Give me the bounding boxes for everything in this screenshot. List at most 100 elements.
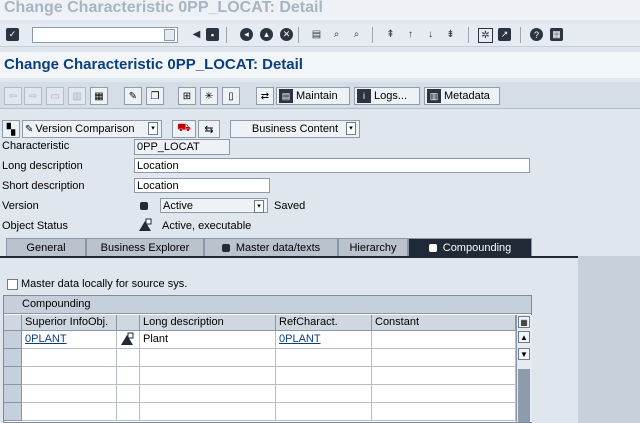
tab-strip: General Business Explorer Master data/te… <box>0 238 640 256</box>
logs-icon: i <box>357 89 371 103</box>
version-field[interactable]: Active ▾ <box>160 198 268 213</box>
print-icon[interactable]: ▤ <box>310 28 323 41</box>
version-label: Version <box>2 200 39 212</box>
next-page-icon[interactable]: ↓ <box>424 28 437 41</box>
maintain-button[interactable]: ▤ Maintain <box>276 87 350 105</box>
version-status: Saved <box>274 200 306 212</box>
where-used-icon[interactable]: ⊞ <box>178 87 196 105</box>
table-row[interactable] <box>22 385 117 403</box>
scroll-up-icon[interactable]: ▲ <box>518 331 530 343</box>
row-selector[interactable] <box>4 349 22 367</box>
row-selector[interactable] <box>4 331 22 349</box>
tab-business-explorer[interactable]: Business Explorer <box>86 238 204 256</box>
version-status-icon <box>140 202 148 210</box>
table-row[interactable]: 0PLANT <box>22 331 117 349</box>
compounding-table: Compounding Superior InfoObj. Long descr… <box>3 295 532 423</box>
dropdown-icon: ▾ <box>148 122 158 135</box>
short-description-label: Short description <box>2 180 85 192</box>
screen-title-bar: Change Characteristic 0PP_LOCAT: Detail <box>0 52 640 78</box>
column-header-constant[interactable]: Constant <box>372 315 516 331</box>
column-header-spacer <box>117 315 140 331</box>
transport-truck-icon[interactable]: ⛟ <box>172 120 196 138</box>
find-next-icon[interactable]: ⌕ <box>350 28 363 41</box>
long-description-label: Long description <box>2 160 83 172</box>
tab-compounding[interactable]: Compounding <box>408 238 532 256</box>
short-description-field[interactable]: Location <box>134 178 270 193</box>
command-history-icon[interactable] <box>164 29 175 41</box>
long-description-field[interactable]: Location <box>134 158 530 173</box>
table-cell-constant[interactable] <box>372 331 516 349</box>
hierarchy-icon[interactable]: ▥ <box>68 87 86 105</box>
characteristic-field: 0PP_LOCAT <box>134 139 230 155</box>
back-icon[interactable]: ◂ <box>240 28 253 41</box>
column-header-refcharact[interactable]: RefCharact. <box>276 315 372 331</box>
new-session-icon[interactable]: ✲ <box>478 28 493 43</box>
dropdown-icon: ▾ <box>346 122 356 135</box>
status-icon <box>428 243 437 252</box>
version-comparison-button[interactable]: ✎ Version Comparison ▾ <box>22 120 162 138</box>
window-titlebar: Change Characteristic 0PP_LOCAT: Detail <box>0 0 640 20</box>
table-cell-long-description: Plant <box>140 331 276 349</box>
previous-object-icon[interactable]: ⇦ <box>4 87 22 105</box>
logs-button[interactable]: i Logs... <box>354 87 420 105</box>
compare-icon: ✎ <box>25 123 34 135</box>
maintain-icon: ▤ <box>279 89 293 103</box>
document-icon[interactable]: ▯ <box>222 87 240 105</box>
select-all-header[interactable] <box>4 315 22 331</box>
business-content-button[interactable]: Business Content ▾ <box>230 120 360 138</box>
page-title: Change Characteristic 0PP_LOCAT: Detail <box>4 56 303 73</box>
metadata-button[interactable]: ▥ Metadata <box>424 87 500 105</box>
table-title: Compounding <box>22 298 91 310</box>
previous-page-icon[interactable]: ↑ <box>404 28 417 41</box>
exit-icon[interactable]: ▴ <box>260 28 273 41</box>
help-icon[interactable]: ? <box>530 28 543 41</box>
find-icon[interactable]: ⌕ <box>330 28 343 41</box>
customize-layout-icon[interactable]: ▦ <box>550 28 563 41</box>
column-settings-icon[interactable]: ▦ <box>518 316 530 328</box>
enter-icon[interactable]: ✓ <box>6 28 19 41</box>
shortcut-icon[interactable]: ↗ <box>498 28 511 41</box>
star-icon[interactable]: ✳ <box>200 87 218 105</box>
last-page-icon[interactable]: ⇟ <box>444 28 457 41</box>
edit-pencil-icon[interactable]: ✎ <box>124 87 142 105</box>
system-toolbar: ✓ ◀ ▪ ◂ ▴ ✕ ▤ ⌕ ⌕ ⇞ ↑ ↓ ⇟ ✲ ↗ ? ▦ <box>0 24 640 47</box>
table-row[interactable] <box>22 403 117 421</box>
column-header-long-description[interactable]: Long description <box>140 315 276 331</box>
table-row[interactable] <box>22 367 117 385</box>
transfer-icon[interactable]: ⇆ <box>198 120 220 138</box>
characteristic-label: Characteristic <box>2 140 70 152</box>
tab-master-data-texts[interactable]: Master data/texts <box>204 238 338 256</box>
next-object-icon[interactable]: ⇨ <box>24 87 42 105</box>
scrollbar-thumb[interactable] <box>518 369 530 422</box>
save-icon[interactable]: ▪ <box>206 28 219 41</box>
tab-general[interactable]: General <box>6 238 86 256</box>
arrow-left-icon[interactable]: ◀ <box>190 28 203 41</box>
dropdown-icon: ▾ <box>254 200 264 213</box>
row-selector[interactable] <box>4 367 22 385</box>
structure-icon[interactable]: ▚ <box>2 120 20 138</box>
scroll-down-icon[interactable]: ▼ <box>518 348 530 360</box>
table-vertical-scrollbar[interactable]: ▦ ▲ ▼ <box>516 315 532 422</box>
row-selector[interactable] <box>4 403 22 421</box>
command-field[interactable] <box>32 27 178 43</box>
master-data-local-checkbox[interactable] <box>7 279 18 290</box>
master-data-local-label: Master data locally for source sys. <box>21 278 188 290</box>
row-selector[interactable] <box>4 385 22 403</box>
first-page-icon[interactable]: ⇞ <box>384 28 397 41</box>
activate-icon[interactable]: ❐ <box>146 87 164 105</box>
status-triangle-icon <box>138 218 152 232</box>
column-header-superior[interactable]: Superior InfoObj. <box>22 315 117 331</box>
table-row[interactable] <box>22 349 117 367</box>
table-icon[interactable]: ▦ <box>90 87 108 105</box>
cancel-icon[interactable]: ✕ <box>280 28 293 41</box>
metadata-icon: ▥ <box>427 89 441 103</box>
object-status-value: Active, executable <box>162 220 252 232</box>
window-title: Change Characteristic 0PP_LOCAT: Detail <box>4 0 323 16</box>
status-triangle-icon <box>121 332 134 345</box>
other-object-icon[interactable]: ▭ <box>46 87 64 105</box>
table-title-bar: Compounding <box>4 296 531 314</box>
transport-icon[interactable]: ⇄ <box>256 87 274 105</box>
tab-hierarchy[interactable]: Hierarchy <box>338 238 408 256</box>
table-cell-refcharact[interactable]: 0PLANT <box>276 331 372 349</box>
panel-background <box>578 256 640 423</box>
